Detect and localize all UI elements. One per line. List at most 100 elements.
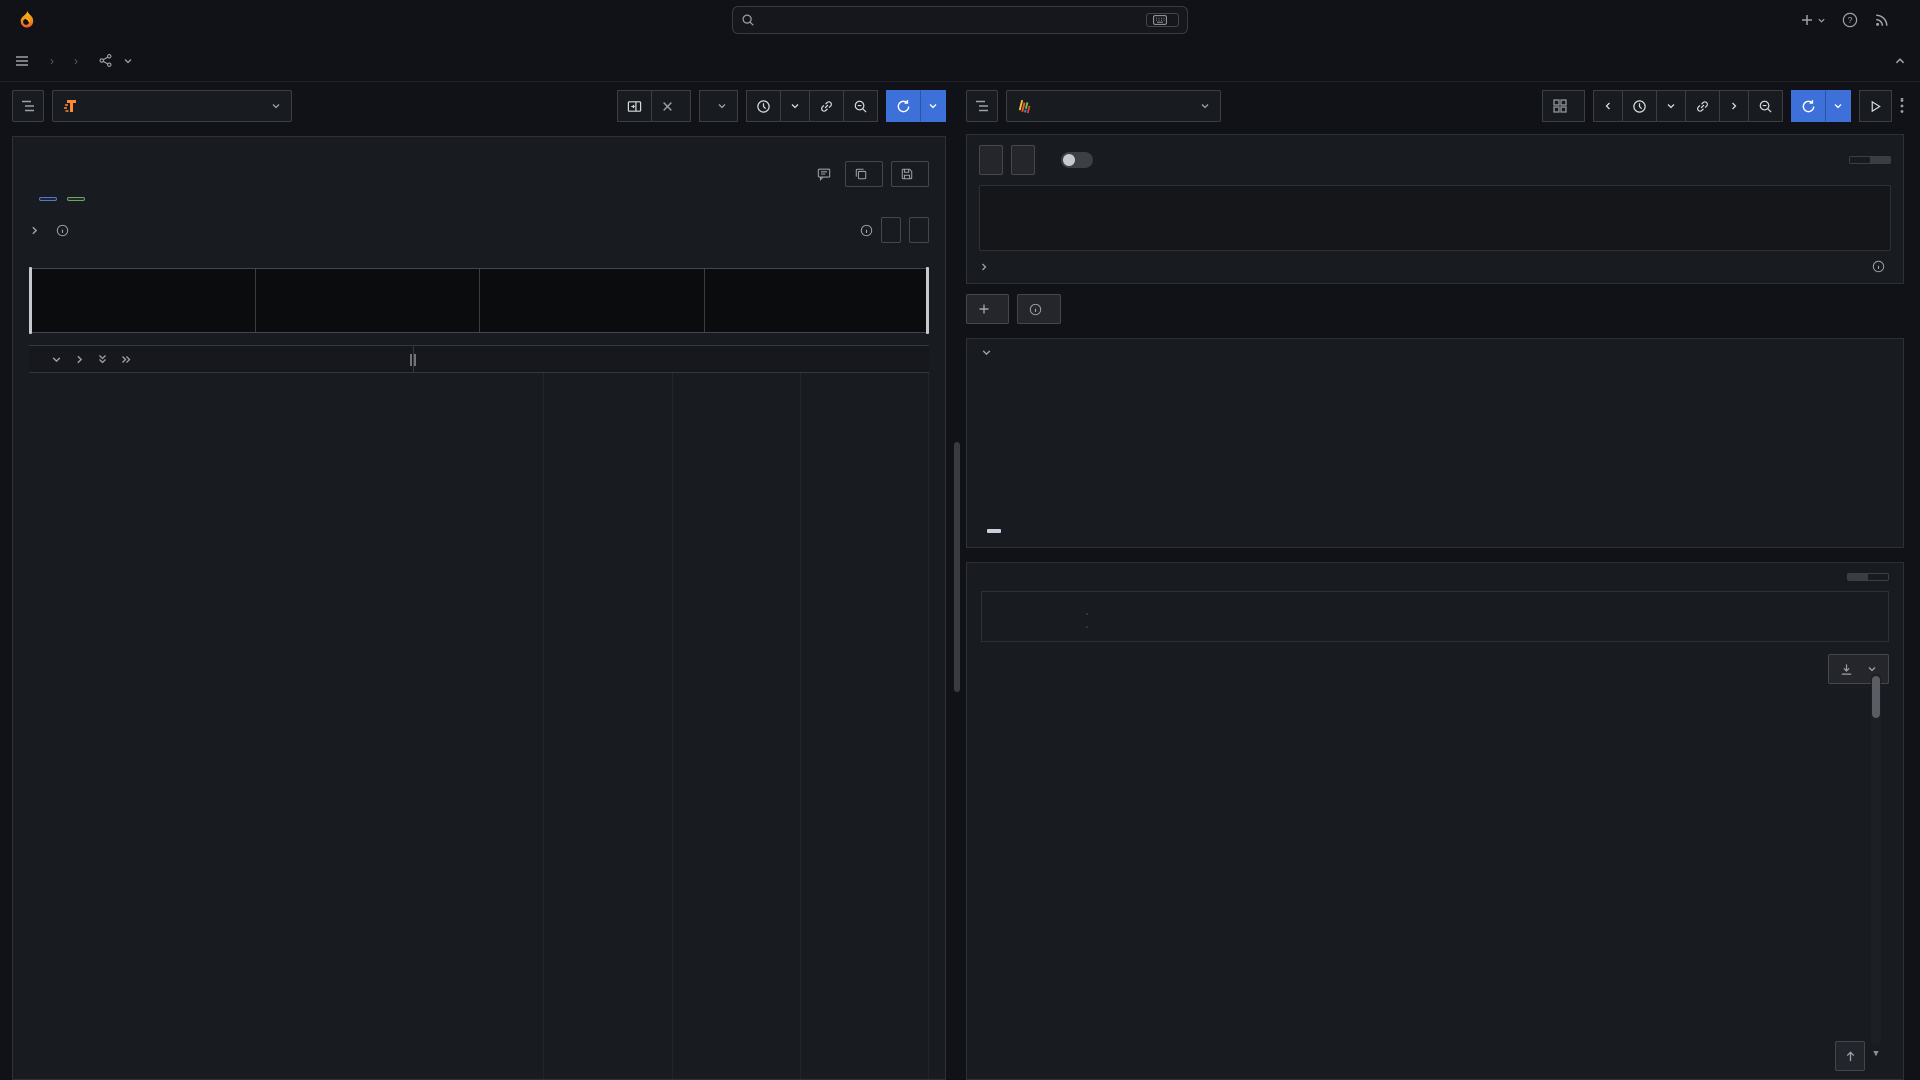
- logs-volume-panel: [966, 338, 1904, 548]
- loki-logo-icon: [1017, 99, 1032, 114]
- add-button[interactable]: [699, 90, 738, 122]
- http-method-badge: [39, 197, 57, 201]
- give-feedback-link[interactable]: [817, 167, 837, 181]
- logs-options: [981, 591, 1889, 642]
- query-inspector-button[interactable]: [1017, 294, 1061, 324]
- scroll-to-top-button[interactable]: [1835, 1041, 1865, 1071]
- chevron-down-icon[interactable]: [123, 56, 133, 66]
- kick-start-query-button[interactable]: [979, 145, 1003, 175]
- split-pane-button[interactable]: [617, 90, 652, 122]
- shortcut-badge: [1146, 13, 1179, 27]
- column-resize-handle[interactable]: [410, 354, 416, 366]
- outline-toggle-button[interactable]: [12, 90, 44, 122]
- label-browser-button[interactable]: [1011, 145, 1035, 175]
- query-editor-panel: [966, 134, 1904, 284]
- builder-mode-tab[interactable]: [1850, 157, 1870, 163]
- add-to-dashboard-button[interactable]: [1542, 90, 1585, 122]
- comment-icon: [817, 167, 831, 181]
- breadcrumb-bar: › ›: [0, 40, 1920, 82]
- chevron-right-icon[interactable]: [29, 225, 40, 236]
- zoom-out-icon[interactable]: [843, 90, 878, 122]
- datasource-picker-tempo[interactable]: [52, 90, 292, 122]
- close-icon: [662, 101, 673, 112]
- refresh-button[interactable]: [886, 90, 921, 122]
- chevron-down-icon: [1200, 101, 1210, 111]
- expand-all-icon[interactable]: [120, 354, 132, 365]
- export-button[interactable]: [891, 161, 929, 187]
- svg-text:?: ?: [1848, 15, 1853, 25]
- refresh-dropdown[interactable]: [920, 90, 946, 122]
- refresh-dropdown[interactable]: [1825, 90, 1851, 122]
- info-icon: [860, 224, 873, 237]
- minimap-left-handle[interactable]: [29, 267, 32, 334]
- grafana-logo[interactable]: [14, 9, 37, 32]
- time-shift-left-icon[interactable]: [1593, 90, 1623, 122]
- logs-volume-chart[interactable]: [987, 378, 1883, 521]
- scrollbar-down-arrow[interactable]: ▼: [1871, 1049, 1881, 1059]
- tempo-pane: [0, 82, 952, 1080]
- new-menu-button[interactable]: [1800, 13, 1826, 27]
- trace-panel: [12, 136, 946, 1080]
- code-mode-tab[interactable]: [1870, 157, 1890, 163]
- search-icon: [741, 13, 755, 27]
- datasource-picker-loki[interactable]: [1006, 90, 1221, 122]
- chevron-down-icon: [271, 101, 281, 111]
- loki-pane: ▼: [962, 82, 1920, 1080]
- dashboard-grid-icon: [1553, 99, 1567, 113]
- left-pane-scrollbar[interactable]: [954, 442, 960, 692]
- logql-query-input[interactable]: [979, 185, 1891, 251]
- minimap-right-handle[interactable]: [926, 267, 929, 334]
- legend-swatch: [987, 529, 1001, 533]
- kebab-menu-icon[interactable]: [1900, 98, 1904, 114]
- collapse-one-icon[interactable]: [51, 354, 62, 365]
- share-icon[interactable]: [98, 53, 113, 68]
- pane-splitter[interactable]: [952, 82, 962, 1080]
- timeline-ticks: [414, 346, 929, 372]
- span-rows: [29, 373, 929, 1079]
- news-icon[interactable]: [1874, 12, 1890, 28]
- table-tab[interactable]: [1868, 574, 1888, 580]
- keyboard-icon: [1153, 15, 1167, 25]
- explain-query-toggle[interactable]: [1061, 152, 1093, 168]
- run-query-button[interactable]: [1859, 90, 1892, 122]
- display-results-group: [1086, 626, 1088, 628]
- global-search[interactable]: [732, 6, 1188, 34]
- info-icon: [56, 224, 69, 237]
- time-range-button[interactable]: [746, 90, 781, 122]
- refresh-button[interactable]: [1791, 90, 1826, 122]
- trace-id-button[interactable]: [845, 161, 883, 187]
- expand-one-icon[interactable]: [74, 354, 85, 365]
- logs-scrollbar[interactable]: [1871, 674, 1881, 1045]
- trace-minimap[interactable]: [29, 253, 929, 333]
- chevron-right-icon[interactable]: [979, 262, 989, 272]
- time-range-dropdown[interactable]: [780, 90, 810, 122]
- zoom-out-icon[interactable]: [1748, 90, 1783, 122]
- deduplication-group: [1086, 613, 1088, 615]
- copy-icon: [855, 168, 867, 180]
- prev-span-button[interactable]: [881, 217, 901, 243]
- chevron-down-icon[interactable]: [981, 347, 992, 358]
- permalink-icon[interactable]: [809, 90, 844, 122]
- add-query-button[interactable]: [966, 294, 1009, 324]
- collapse-section-icon[interactable]: [1894, 55, 1906, 67]
- logs-panel: ▼: [966, 562, 1904, 1080]
- outline-toggle-button[interactable]: [966, 90, 998, 122]
- span-table-header: [29, 345, 929, 373]
- time-range-button[interactable]: [1622, 90, 1657, 122]
- close-split-button[interactable]: [651, 90, 691, 122]
- info-circle-icon: [1029, 303, 1042, 316]
- top-nav: ?: [0, 0, 1920, 40]
- info-icon: [1872, 260, 1885, 273]
- logs-tab[interactable]: [1848, 574, 1868, 580]
- search-input[interactable]: [763, 13, 1138, 28]
- time-range-dropdown[interactable]: [1656, 90, 1686, 122]
- permalink-icon[interactable]: [1685, 90, 1720, 122]
- help-icon[interactable]: ?: [1842, 12, 1858, 28]
- menu-icon[interactable]: [14, 53, 30, 69]
- time-shift-right-icon[interactable]: [1719, 90, 1749, 122]
- next-span-button[interactable]: [909, 217, 929, 243]
- editor-mode-switch: [1849, 156, 1891, 164]
- save-icon: [901, 168, 913, 180]
- breadcrumb-separator: ›: [74, 54, 78, 68]
- collapse-all-icon[interactable]: [97, 353, 108, 365]
